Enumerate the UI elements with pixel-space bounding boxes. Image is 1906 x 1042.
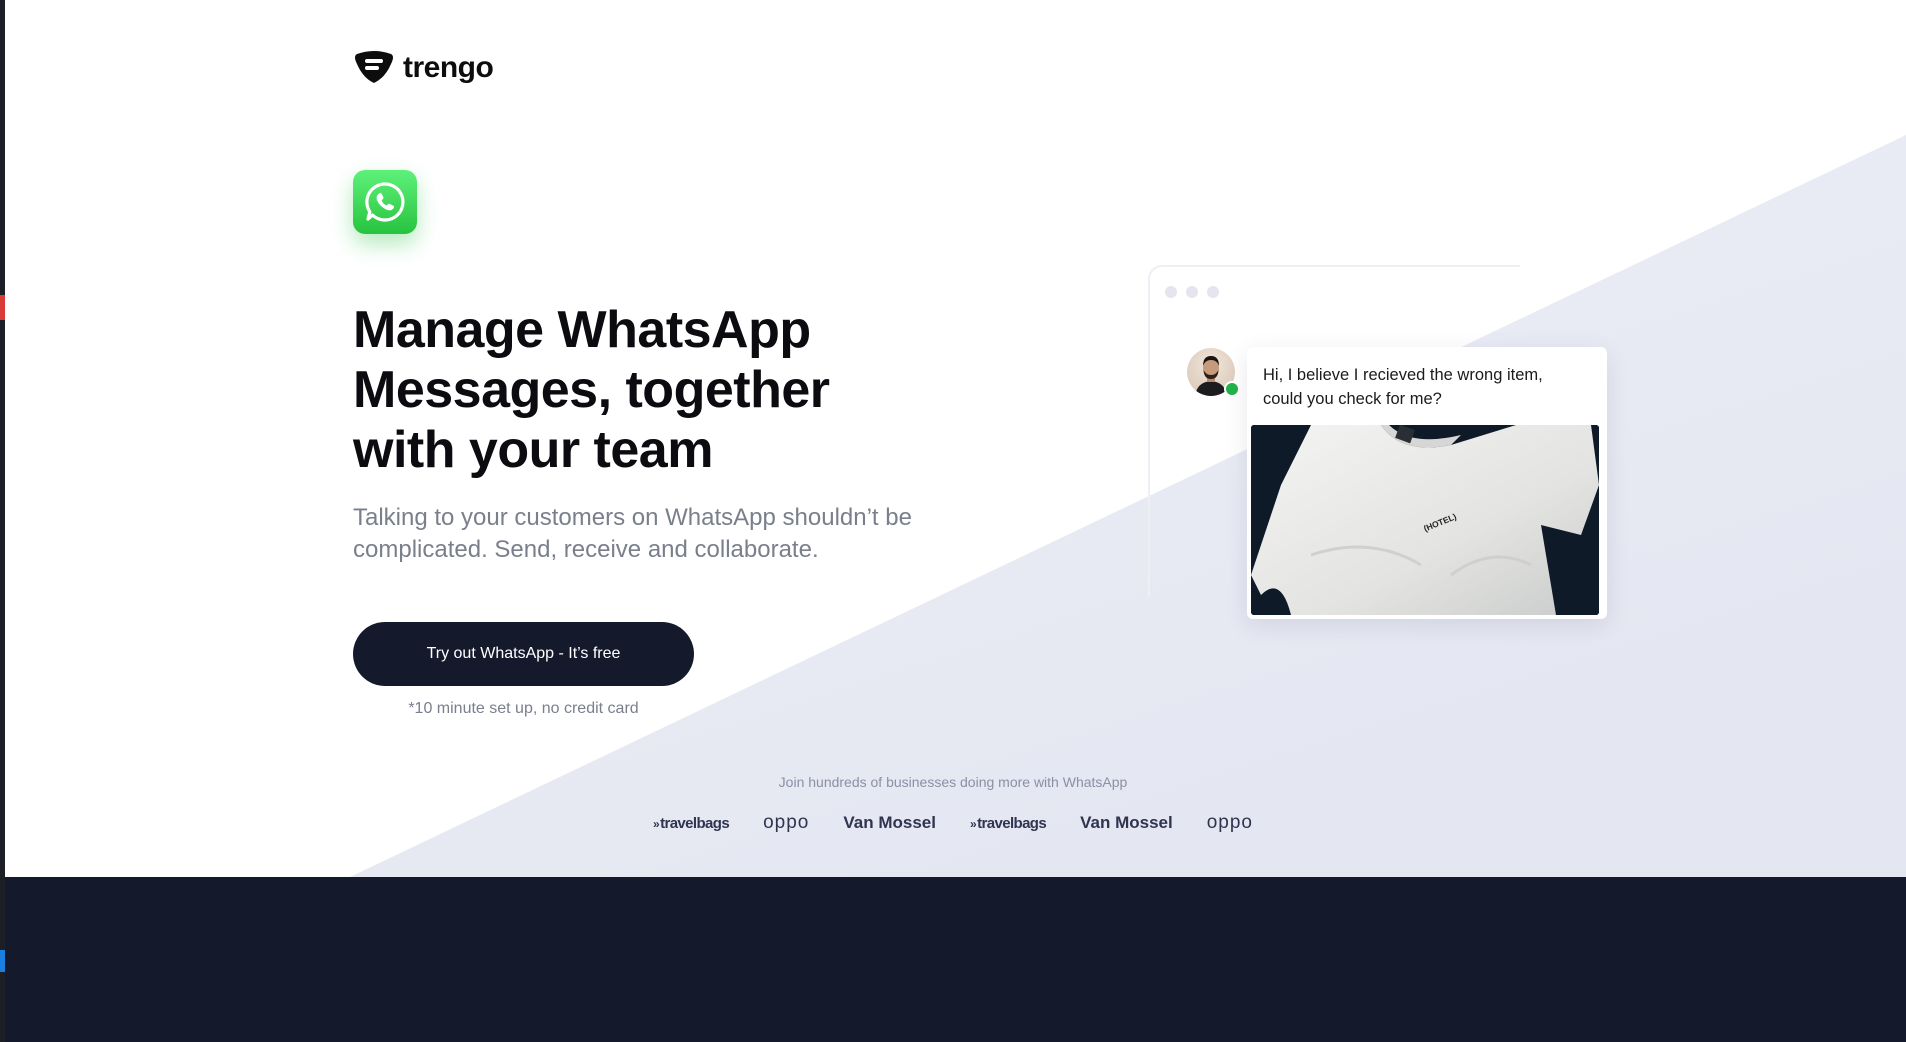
cta-note: *10 minute set up, no credit card — [408, 700, 639, 717]
social-proof-text: Join hundreds of businesses doing more w… — [778, 774, 1128, 790]
tshirt-image: (HOTEL) — [1251, 425, 1599, 615]
page-headline: Manage WhatsApp Messages, together with … — [353, 301, 830, 479]
window-dot-icon — [1207, 286, 1219, 298]
brand-logo-oppo: oppo — [763, 812, 810, 833]
whatsapp-icon — [353, 170, 417, 234]
window-dots — [1165, 286, 1219, 298]
hero-section — [5, 0, 1906, 877]
brand-logos-row: »travelbags oppo Van Mossel »travelbags … — [0, 812, 1906, 834]
dark-footer-section — [5, 877, 1906, 1042]
logo-text: trengo — [403, 51, 494, 84]
hero-background-shape — [350, 135, 1906, 877]
brand-logo-van-mossel: Van Mossel — [843, 813, 936, 832]
window-dot-icon — [1165, 286, 1177, 298]
chat-message-text: Hi, I believe I recieved the wrong item,… — [1263, 366, 1543, 408]
hero-subtitle: Talking to your customers on WhatsApp sh… — [353, 504, 912, 563]
try-whatsapp-button[interactable]: Try out WhatsApp - It’s free — [353, 622, 694, 686]
trengo-logo[interactable]: trengo — [353, 50, 494, 86]
online-status-icon — [1224, 381, 1240, 397]
window-dot-icon — [1186, 286, 1198, 298]
brand-logo-van-mossel: Van Mossel — [1080, 813, 1173, 832]
brand-logo-travelbags: »travelbags — [652, 814, 730, 832]
trengo-logo-icon — [355, 51, 393, 83]
brand-logo-oppo: oppo — [1206, 812, 1254, 833]
brand-logo-travelbags: »travelbags — [970, 814, 1047, 832]
